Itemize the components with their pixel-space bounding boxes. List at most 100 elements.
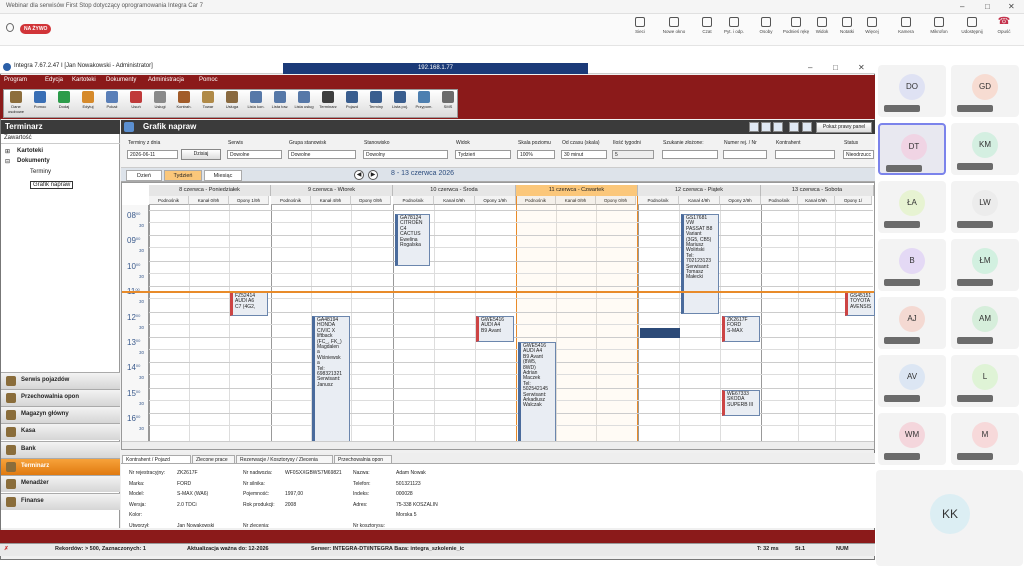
tab-week[interactable]: Tydzień: [164, 170, 202, 181]
detail-tab-0[interactable]: Kontrahent / Pojazd: [122, 455, 191, 464]
participant-tile[interactable]: B: [878, 239, 946, 291]
next-week-icon[interactable]: ▶: [368, 170, 378, 180]
show-right-panel-button[interactable]: Pokaż prawy panel: [816, 122, 872, 133]
print-icon[interactable]: [773, 122, 783, 132]
participant-tile[interactable]: M: [951, 413, 1019, 465]
search-tool-icon[interactable]: [749, 122, 759, 132]
tab-month[interactable]: Miesiąc: [204, 170, 242, 181]
toolbar-button-3[interactable]: Pyt. i odp.: [720, 17, 748, 34]
detail-tab-3[interactable]: Przechowalnia opon: [334, 455, 392, 464]
menu-edycja[interactable]: Edycja: [45, 77, 63, 83]
nav-kasa[interactable]: Kasa: [1, 423, 120, 440]
participant-tile[interactable]: GD: [951, 65, 1019, 117]
nav-magazyn-główny[interactable]: Magazyn główny: [1, 406, 120, 423]
menu-dokumenty[interactable]: Dokumenty: [106, 77, 136, 83]
self-video-tile[interactable]: KK: [876, 470, 1023, 566]
participant-tile[interactable]: WM: [878, 413, 946, 465]
status-select[interactable]: Nieodrzucc: [843, 150, 874, 159]
horizontal-scrollbar[interactable]: [122, 441, 874, 449]
participant-tile[interactable]: KM: [951, 123, 1019, 175]
appointment-card[interactable]: GS45151 TOYOTA AVENSIS: [845, 292, 875, 316]
toolbar-button-4[interactable]: Osoby: [752, 17, 780, 34]
interval-select[interactable]: 30 minut: [561, 150, 607, 159]
close-icon[interactable]: ✕: [1008, 2, 1015, 11]
appointment-card[interactable]: ZK2617F FORD S-MAX: [722, 316, 760, 342]
appointment-card[interactable]: FZ52414 AUDI A6 C7 (4G2,: [230, 292, 268, 316]
tool-17[interactable]: Przypom.: [412, 90, 436, 109]
remote-session-bar[interactable]: 192.168.1.77: [283, 63, 588, 74]
menu-pomoc[interactable]: Pomoc: [199, 77, 218, 83]
tool-5[interactable]: Usuń: [124, 90, 148, 109]
nav-menadżer[interactable]: Menadżer: [1, 475, 120, 492]
search-input[interactable]: [662, 150, 718, 159]
tool-2[interactable]: Dodaj: [52, 90, 76, 109]
nav-bank[interactable]: Bank: [1, 441, 120, 458]
app-close-icon[interactable]: ✕: [858, 63, 865, 72]
tool-7[interactable]: Kontrah.: [172, 90, 196, 109]
tool-8[interactable]: Towar: [196, 90, 220, 109]
tool-18[interactable]: SMS: [436, 90, 460, 109]
participant-tile[interactable]: DO: [878, 65, 946, 117]
participant-tile[interactable]: ŁM: [951, 239, 1019, 291]
tool-14[interactable]: Pojazd: [340, 90, 364, 109]
tool-13[interactable]: Terminarz: [316, 90, 340, 109]
selected-slot[interactable]: [640, 328, 680, 338]
participant-tile[interactable]: DT: [878, 123, 946, 175]
tree-item-kartoteki[interactable]: Kartoteki: [17, 148, 43, 154]
tab-day[interactable]: Dzień: [126, 170, 162, 181]
tool-4[interactable]: Pokaż: [100, 90, 124, 109]
participant-tile[interactable]: AM: [951, 297, 1019, 349]
group-select[interactable]: Dowolne: [288, 150, 356, 159]
toolbar-button-11[interactable]: Udostępnij: [958, 17, 986, 34]
tool-11[interactable]: Lista tow.: [268, 90, 292, 109]
refresh-icon[interactable]: [789, 122, 799, 132]
tool-16[interactable]: Lista poj.: [388, 90, 412, 109]
leave-button[interactable]: ☎ Opuść: [990, 17, 1018, 35]
date-field[interactable]: 2026-06-11: [127, 150, 178, 159]
menu-program[interactable]: Program: [4, 77, 27, 83]
nav-terminarz[interactable]: Terminarz: [1, 458, 120, 475]
appointment-card[interactable]: WE67333 SKODA SUPERB III: [722, 390, 760, 416]
nav-serwis-pojazdów[interactable]: Serwis pojazdów: [1, 372, 120, 389]
toolbar-button-0[interactable]: Sieci: [626, 17, 654, 34]
nav-finanse[interactable]: Finanse: [1, 493, 120, 510]
participant-tile[interactable]: L: [951, 355, 1019, 407]
today-button[interactable]: Dzisiaj: [181, 149, 221, 160]
prev-week-icon[interactable]: ◀: [354, 170, 364, 180]
menu-administracja[interactable]: Administracja: [148, 77, 184, 83]
participant-tile[interactable]: AJ: [878, 297, 946, 349]
view-select[interactable]: Tydzień: [455, 150, 511, 159]
appointment-card[interactable]: GA48194 HONDA CIVIC X liftback (FC_, FK_…: [312, 316, 350, 442]
maximize-icon[interactable]: □: [985, 2, 990, 11]
tools-icon[interactable]: [761, 122, 771, 132]
appointment-card[interactable]: GWE5416 AUDI A4 B9 Avant (8W5, 8WD) Adri…: [518, 342, 556, 442]
participant-tile[interactable]: LW: [951, 181, 1019, 233]
station-select[interactable]: Dowolny: [363, 150, 448, 159]
nav-przechowalnia-opon[interactable]: Przechowalnia opon: [1, 389, 120, 406]
app-maximize-icon[interactable]: □: [833, 63, 838, 72]
toolbar-button-10[interactable]: Mikrofon: [925, 17, 953, 34]
tool-1[interactable]: Pomoc: [28, 90, 52, 109]
tool-9[interactable]: Usługa: [220, 90, 244, 109]
detail-tab-1[interactable]: Zlecone prace: [192, 455, 235, 464]
regno-input[interactable]: [723, 150, 767, 159]
tool-0[interactable]: Dane osobowe: [4, 90, 28, 114]
export-icon[interactable]: [802, 122, 812, 132]
participant-tile[interactable]: ŁA: [878, 181, 946, 233]
tool-10[interactable]: Lista kon.: [244, 90, 268, 109]
appointment-card[interactable]: GWE5416 AUDI A4 B9 Avant: [476, 316, 514, 342]
toolbar-button-8[interactable]: Więcej: [858, 17, 886, 34]
tree-item-terminy[interactable]: Terminy: [30, 169, 51, 175]
tool-3[interactable]: Edytuj: [76, 90, 100, 109]
toolbar-button-7[interactable]: Notatki: [833, 17, 861, 34]
appointment-card[interactable]: GS17681 VW PASSAT B8 Variant (3G5, CB5) …: [681, 214, 719, 314]
participant-tile[interactable]: AV: [878, 355, 946, 407]
tool-15[interactable]: Terminy: [364, 90, 388, 109]
tool-6[interactable]: Usługi: [148, 90, 172, 109]
toolbar-button-2[interactable]: Czat: [693, 17, 721, 34]
tree-expander-icon[interactable]: ⊞: [5, 148, 10, 155]
app-minimize-icon[interactable]: –: [808, 63, 812, 72]
tool-12[interactable]: Lista usług: [292, 90, 316, 109]
tree-item-grafik-napraw[interactable]: Grafik napraw: [30, 181, 74, 189]
menu-kartoteki[interactable]: Kartoteki: [72, 77, 96, 83]
